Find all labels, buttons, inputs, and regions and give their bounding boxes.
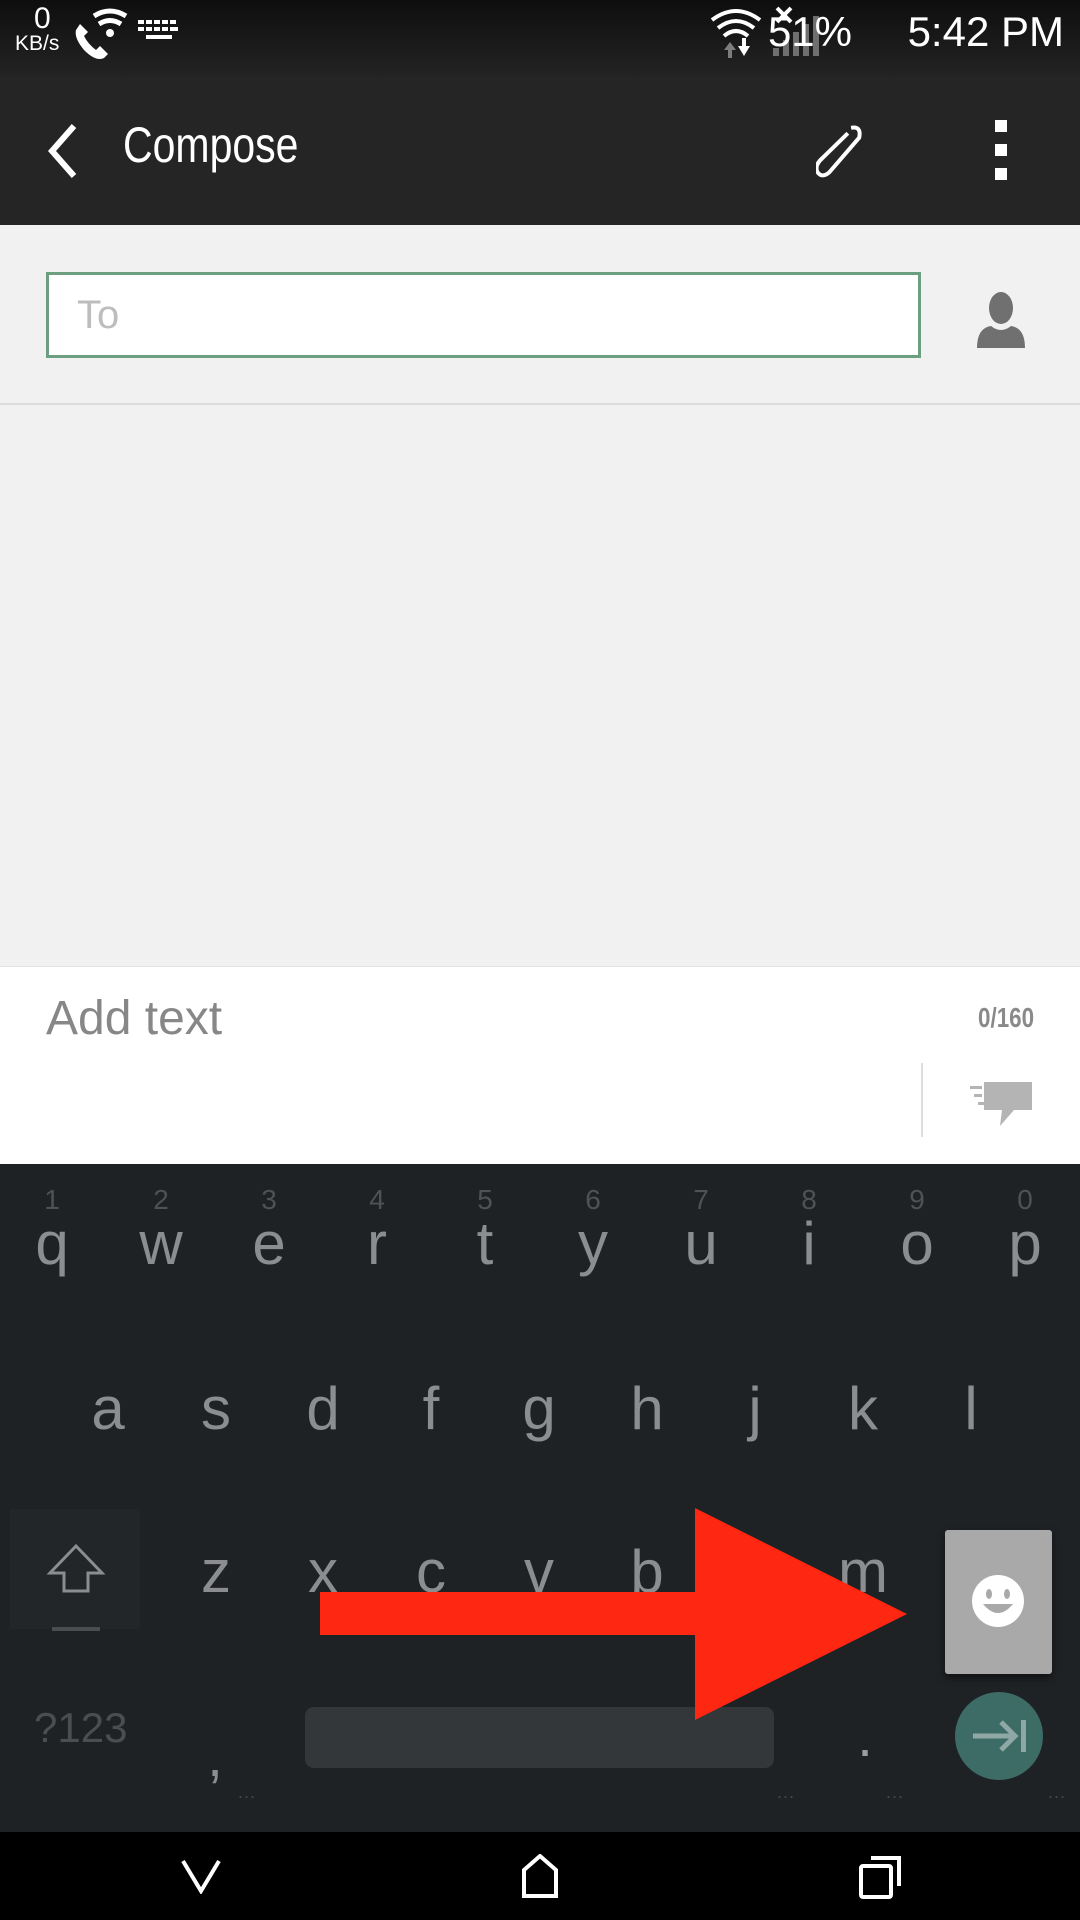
key-j[interactable]: j [725,1379,785,1439]
page-title: Compose [123,117,299,173]
soft-keyboard: 1q2w3e4r5t6y7u8i9o0p asdfghjkl zxcvbnm ?… [0,1164,1080,1832]
smiley-face-icon [972,1575,1024,1627]
long-press-hint: ... [777,1782,796,1802]
key-c[interactable]: c [401,1542,461,1602]
conversation-area [0,405,1080,968]
nav-home-icon [522,1854,558,1898]
overflow-menu-button[interactable] [990,120,1014,184]
key-i[interactable]: i [779,1214,839,1274]
wifi-calling-icon [75,8,128,59]
nav-recents-icon [859,1856,901,1899]
keyboard-icon [138,20,178,39]
key-y[interactable]: y [563,1214,623,1274]
recipient-bar [0,225,1080,405]
compose-bar: Add text 0/160 [0,967,1080,1164]
network-speed-unit: KB/s [15,32,60,55]
symbols-key[interactable]: ?123 [34,1704,127,1752]
space-key[interactable] [305,1707,774,1768]
key-e[interactable]: e [239,1214,299,1274]
key-w[interactable]: w [131,1214,191,1274]
divider [921,1063,923,1137]
caps-lock-indicator [52,1627,100,1631]
key-n[interactable]: n [725,1542,785,1602]
shift-arrow-icon [46,1543,106,1593]
nav-home-button[interactable] [520,1854,560,1900]
key-p[interactable]: p [995,1214,1055,1274]
key-a[interactable]: a [78,1379,138,1439]
paperclip-icon [816,125,862,178]
key-l[interactable]: l [941,1379,1001,1439]
contact-picker-button[interactable] [977,292,1025,348]
chevron-left-icon [48,124,77,178]
recipient-field[interactable] [46,272,921,358]
comma-key[interactable]: , [200,1729,230,1785]
key-k[interactable]: k [833,1379,893,1439]
app-header: Compose [0,76,1080,225]
key-o[interactable]: o [887,1214,947,1274]
person-icon [977,292,1025,348]
tab-next-icon [973,1720,1026,1752]
message-input[interactable]: Add text [46,991,222,1046]
key-d[interactable]: d [293,1379,353,1439]
period-key[interactable]: . [850,1709,880,1765]
shift-key[interactable] [10,1509,140,1629]
clock: 5:42 PM [907,8,1064,55]
key-m[interactable]: m [833,1542,893,1602]
key-z[interactable]: z [186,1542,246,1602]
long-press-hint: ... [1048,1782,1067,1802]
key-g[interactable]: g [509,1379,569,1439]
status-bar: 0 KB/s 51% 5:42 PM [0,0,1080,76]
key-b[interactable]: b [617,1542,677,1602]
navigation-bar [0,1832,1080,1920]
key-v[interactable]: v [509,1542,569,1602]
send-message-icon [970,1082,1032,1126]
key-t[interactable]: t [455,1214,515,1274]
send-button[interactable] [970,1082,1032,1126]
recipient-input[interactable] [49,275,918,355]
network-speed-value: 0 [34,2,51,35]
key-s[interactable]: s [186,1379,246,1439]
wifi-data-icon [710,9,762,58]
key-x[interactable]: x [293,1542,353,1602]
key-q[interactable]: q [22,1214,82,1274]
back-button[interactable] [44,122,80,180]
battery-percent: 51% [767,8,852,55]
nav-back-button[interactable] [180,1858,222,1894]
key-f[interactable]: f [401,1379,461,1439]
nav-back-icon [181,1859,221,1894]
long-press-hint: ... [238,1782,257,1802]
key-u[interactable]: u [671,1214,731,1274]
long-press-hint: ... [886,1782,905,1802]
enter-key[interactable] [955,1692,1043,1780]
key-r[interactable]: r [347,1214,407,1274]
nav-recents-button[interactable] [858,1854,904,1900]
more-vert-icon [995,120,1007,180]
key-h[interactable]: h [617,1379,677,1439]
emoji-key-popup[interactable] [945,1530,1052,1674]
attach-button[interactable] [816,118,864,184]
character-counter: 0/160 [977,1002,1034,1033]
